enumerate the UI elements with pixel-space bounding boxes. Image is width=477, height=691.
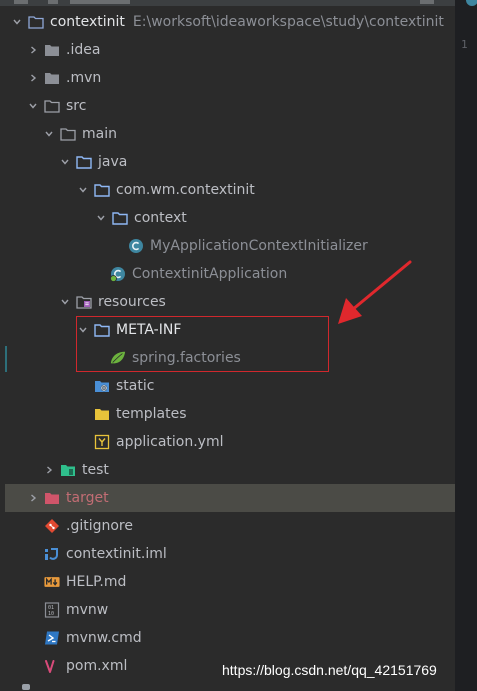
tree-item-idea[interactable]: .idea [0, 36, 455, 64]
annotation-arrow-icon [338, 260, 412, 324]
editor-pane[interactable] [455, 0, 477, 691]
tree-item-main[interactable]: main [0, 120, 455, 148]
chevron-down-icon[interactable] [94, 211, 108, 225]
java-class-icon [128, 238, 144, 254]
project-path: E:\worksoft\ideaworkspace\study\contexti… [132, 14, 444, 30]
tree-item-static[interactable]: static [0, 372, 455, 400]
tree-item-mvnw[interactable]: 01 10 mvnw [0, 596, 455, 624]
binary-file-icon: 01 10 [44, 602, 60, 618]
folder-icon [44, 70, 60, 86]
tree-item-gitignore[interactable]: .gitignore [0, 512, 455, 540]
gutter-marker [5, 346, 7, 372]
tree-item-java[interactable]: java [0, 148, 455, 176]
tree-item-iml[interactable]: contextinit.iml [0, 540, 455, 568]
test-folder-icon [60, 462, 76, 478]
yaml-file-icon [94, 434, 110, 450]
folder-open-icon [60, 126, 76, 142]
tree-item-context[interactable]: context [0, 204, 455, 232]
chevron-right-icon[interactable] [26, 491, 40, 505]
powershell-icon [44, 630, 60, 646]
tree-item-application-yml[interactable]: application.yml [0, 428, 455, 456]
tree-item-package[interactable]: com.wm.contextinit [0, 176, 455, 204]
source-folder-icon [76, 154, 92, 170]
resources-folder-icon [76, 294, 92, 310]
tree-item-project-root[interactable]: contextinit E:\worksoft\ideaworkspace\st… [0, 8, 455, 36]
tree-item-mvn[interactable]: .mvn [0, 64, 455, 92]
chevron-down-icon[interactable] [76, 183, 90, 197]
tree-item-help-md[interactable]: HELP.md [0, 568, 455, 596]
tree-item-mvnw-cmd[interactable]: mvnw.cmd [0, 624, 455, 652]
folder-icon [44, 42, 60, 58]
maven-icon [44, 658, 60, 674]
web-folder-icon [94, 378, 110, 394]
spring-boot-class-icon [110, 266, 126, 282]
tree-item-src[interactable]: src [0, 92, 455, 120]
tree-item-initializer-class[interactable]: MyApplicationContextInitializer [0, 232, 455, 260]
folder-icon [94, 406, 110, 422]
folder-open-icon [44, 98, 60, 114]
package-folder-icon [94, 182, 110, 198]
chevron-down-icon[interactable] [58, 155, 72, 169]
module-file-icon [44, 546, 60, 562]
git-icon [44, 518, 60, 534]
tree-item-templates[interactable]: templates [0, 400, 455, 428]
tree-item-target[interactable]: target [5, 484, 455, 512]
chevron-down-icon[interactable] [42, 127, 56, 141]
annotation-highlight-box [76, 316, 329, 372]
svg-text:10: 10 [48, 611, 54, 617]
tree-item-test[interactable]: test [0, 456, 455, 484]
chevron-down-icon[interactable] [10, 15, 24, 29]
chevron-down-icon[interactable] [58, 295, 72, 309]
toolbar-strip [0, 0, 455, 6]
chevron-right-icon[interactable] [26, 43, 40, 57]
watermark: https://blog.csdn.net/qq_42151769 [222, 662, 437, 678]
chevron-right-icon[interactable] [26, 71, 40, 85]
chevron-down-icon[interactable] [26, 99, 40, 113]
chevron-right-icon[interactable] [42, 463, 56, 477]
external-libraries-icon [22, 684, 30, 690]
module-folder-icon [28, 14, 44, 30]
package-folder-icon [112, 210, 128, 226]
project-name: contextinit [50, 14, 125, 30]
line-number: 1 [461, 38, 468, 51]
excluded-folder-icon [44, 490, 60, 506]
markdown-icon [44, 574, 60, 590]
